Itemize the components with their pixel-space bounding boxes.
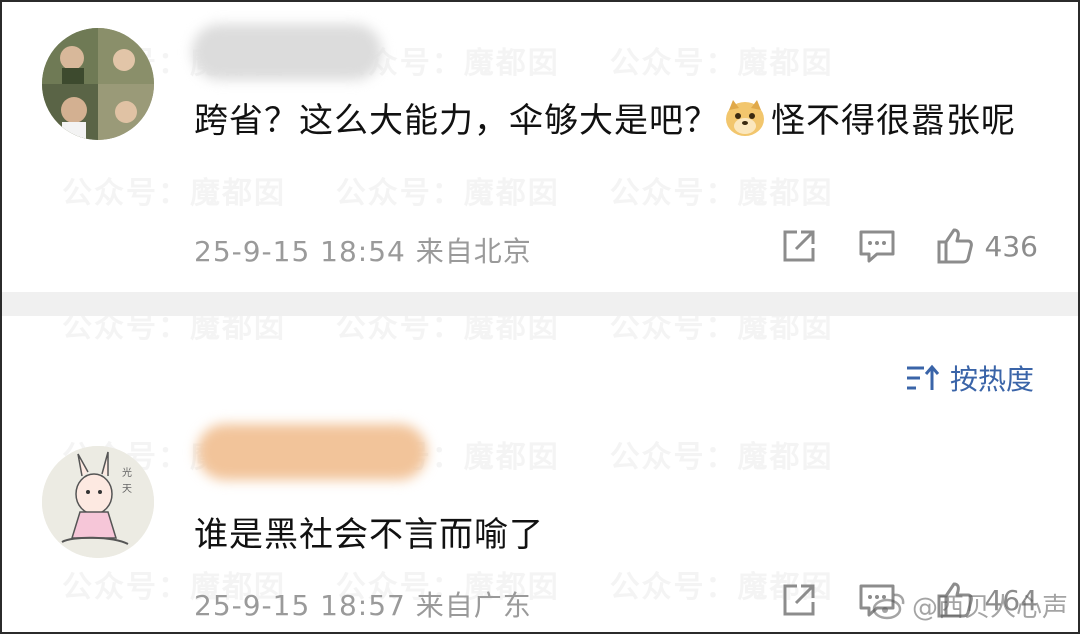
avatar[interactable]: 光 天 — [42, 446, 154, 558]
comment-panel: 公众号：魔都囡 公众号：魔都囡 公众号：魔都囡 公众号：魔都囡 公众号：魔都囡 … — [0, 0, 1080, 634]
comment-meta: 25-9-15 18:57 来自广东 — [194, 584, 532, 624]
timestamp: 25-9-15 18:54 — [194, 235, 406, 268]
corner-watermark: @西贝人心声 — [872, 587, 1068, 624]
comment-actions: 436 — [777, 224, 1038, 268]
timestamp: 25-9-15 18:57 — [194, 589, 406, 622]
weibo-logo-icon — [872, 593, 905, 619]
svg-text:天: 天 — [122, 484, 132, 495]
share-icon — [783, 584, 815, 616]
comment-text: 跨省？这么大能力，伞够大是吧？ 怪不得很嚣张呢 — [194, 94, 1024, 148]
comment-meta: 25-9-15 18:54 来自北京 — [194, 230, 532, 270]
location: 来自广东 — [415, 589, 532, 622]
like-button[interactable]: 436 — [933, 224, 1038, 268]
avatar[interactable] — [42, 28, 154, 140]
section-divider — [2, 292, 1078, 316]
location: 来自北京 — [415, 235, 532, 268]
comment-text: 谁是黑社会不言而喻了 — [194, 515, 544, 555]
comment-icon — [859, 230, 895, 263]
doge-emoji-icon — [723, 98, 767, 138]
username-redacted — [192, 24, 382, 80]
sort-label: 按热度 — [949, 363, 1034, 396]
thumbs-up-icon — [937, 228, 973, 264]
sort-icon — [906, 364, 940, 390]
sort-by-hot-button[interactable]: 按热度 — [904, 358, 1034, 398]
share-button[interactable] — [777, 224, 821, 268]
svg-text:光: 光 — [122, 466, 132, 479]
username-redacted — [197, 424, 427, 480]
comment-item: 跨省？这么大能力，伞够大是吧？ 怪不得很嚣张呢 25-9-15 18:54 来自北… — [2, 2, 1078, 290]
share-button[interactable] — [777, 578, 821, 622]
comment-button[interactable] — [855, 224, 899, 268]
like-count: 436 — [984, 229, 1038, 263]
share-icon — [783, 230, 815, 262]
corner-watermark-text: @西贝人心声 — [911, 593, 1068, 623]
